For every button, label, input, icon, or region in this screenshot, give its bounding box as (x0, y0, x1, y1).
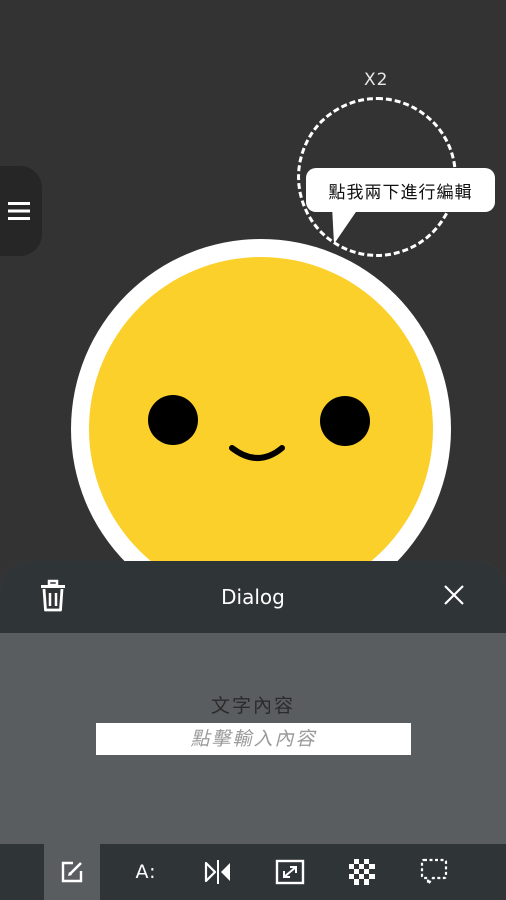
dialog-header: Dialog (0, 561, 506, 633)
font-style-tool-button[interactable]: A: (118, 844, 174, 900)
speech-bubble[interactable]: 點我兩下進行編輯 (306, 168, 495, 212)
right-eye (320, 396, 370, 446)
text-content-label: 文字內容 (210, 695, 295, 717)
bubble-shape-tool-button[interactable] (406, 844, 462, 900)
resize-tool-button[interactable] (262, 844, 318, 900)
edit-text-icon (61, 861, 83, 883)
flip-horizontal-icon (204, 860, 230, 884)
transparency-icon (349, 859, 375, 885)
bubble-shape-icon (420, 858, 448, 887)
side-menu-button[interactable] (0, 166, 42, 256)
smiley-sticker[interactable] (68, 236, 454, 566)
transparency-tool-button[interactable] (334, 844, 390, 900)
flip-horizontal-tool-button[interactable] (190, 844, 246, 900)
font-style-icon: A: (135, 861, 157, 883)
speech-bubble-text: 點我兩下進行編輯 (328, 182, 473, 203)
hamburger-menu-icon (8, 202, 30, 220)
bottom-toolbar: A: (0, 844, 506, 900)
resize-icon (275, 859, 305, 885)
edit-text-tool-button[interactable] (44, 844, 100, 900)
left-eye (148, 395, 198, 445)
double-tap-hint-label: X2 (364, 70, 389, 90)
text-content-input[interactable] (96, 723, 411, 755)
close-icon[interactable] (440, 581, 468, 609)
dialog-title: Dialog (221, 585, 285, 609)
